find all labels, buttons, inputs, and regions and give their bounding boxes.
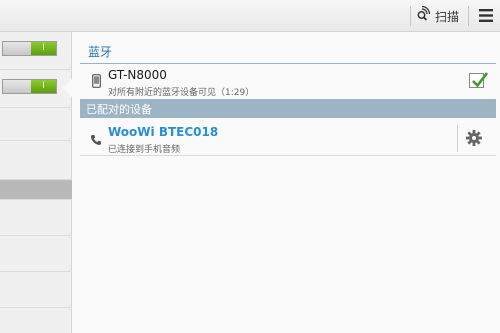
paired-device-name: WooWi BTEC018 [108, 125, 219, 139]
paired-device-status: 已连接到手机音频 [108, 145, 181, 155]
bluetooth-toggle[interactable]: I [2, 79, 57, 94]
settings-list-item[interactable] [0, 108, 72, 141]
settings-list-item[interactable] [0, 272, 72, 308]
phone-call-icon [90, 131, 102, 150]
phone-icon [92, 73, 101, 92]
gear-icon[interactable] [466, 130, 482, 150]
action-bar-separator [468, 6, 469, 26]
overflow-menu-button[interactable] [472, 0, 500, 32]
paired-devices-title: 已配对的设备 [86, 103, 152, 116]
checkmark-icon [472, 72, 489, 88]
settings-list-item[interactable] [0, 141, 72, 180]
scan-radar-icon [414, 5, 431, 26]
wifi-toggle[interactable]: I [2, 41, 57, 56]
menu-icon [479, 7, 493, 26]
device-visibility-status: 对所有附近的蓝牙设备可见（1:29） [108, 88, 255, 98]
paired-devices-header: 已配对的设备 [80, 99, 496, 118]
selection-pointer [62, 78, 73, 98]
bluetooth-detail-panel: 蓝牙 GT-N8000 对所有附近的蓝牙设备可见（1:29） 已配对的设备 Wo… [72, 32, 500, 333]
scan-label: 扫描 [435, 9, 460, 24]
scan-button[interactable]: 扫描 [414, 0, 466, 32]
this-device-row[interactable]: GT-N8000 对所有附近的蓝牙设备可见（1:29） [80, 64, 496, 98]
row-divider [457, 125, 458, 152]
toggle-on-indicator: I [31, 42, 56, 55]
toggle-on-indicator: I [31, 80, 56, 93]
device-name: GT-N8000 [108, 68, 167, 82]
bluetooth-section-header: 蓝牙 [80, 41, 496, 64]
settings-list-item[interactable] [0, 236, 72, 272]
settings-list-item[interactable] [0, 200, 72, 236]
settings-list-item-selected[interactable] [0, 180, 72, 200]
action-bar-separator [410, 6, 411, 26]
paired-device-row[interactable]: WooWi BTEC018 已连接到手机音频 [80, 121, 496, 156]
settings-list-item-wifi[interactable]: I [0, 32, 72, 70]
section-title: 蓝牙 [88, 45, 113, 59]
action-bar: 扫描 [0, 0, 500, 32]
visibility-checkbox[interactable] [469, 72, 489, 88]
